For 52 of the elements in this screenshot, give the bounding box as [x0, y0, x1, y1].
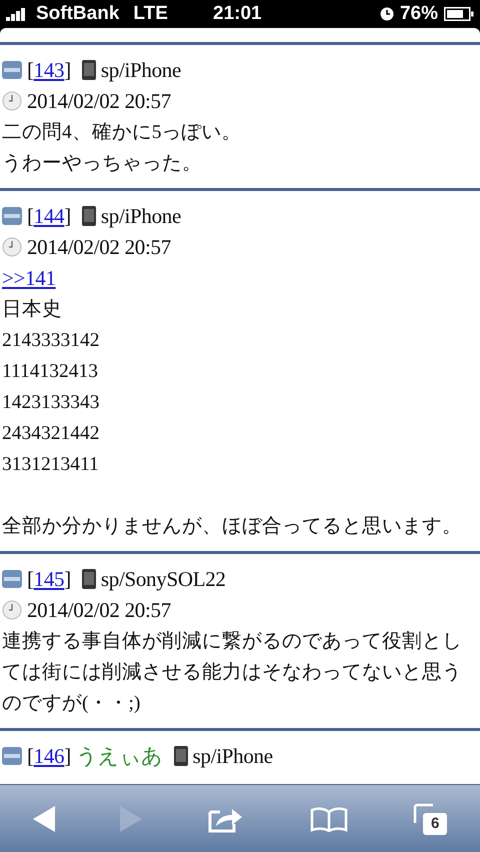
- book-icon: [310, 806, 348, 832]
- left-triangle-icon: [32, 806, 55, 832]
- open-bracket: [: [26, 744, 34, 768]
- post-text: 2434321442: [2, 422, 100, 446]
- phone-icon: [82, 206, 96, 226]
- post-text: 2143333142: [2, 329, 100, 353]
- post-number-link[interactable]: 144: [34, 204, 64, 228]
- post-text: 全部か分かりませんが、ほぼ合ってると思います。: [2, 514, 463, 539]
- post-number-link[interactable]: 145: [34, 567, 64, 591]
- new-icon: [2, 60, 22, 80]
- post-date: 2014/02/02 20:57: [26, 89, 171, 113]
- post-date: 2014/02/02 20:57: [26, 598, 171, 622]
- device-label: sp/iPhone: [100, 58, 182, 82]
- phone-icon: [174, 746, 188, 766]
- battery-percent: 76%: [400, 3, 438, 25]
- open-bracket: [: [26, 567, 34, 591]
- new-icon: [2, 206, 22, 226]
- post-text: 連携する事自体が削減に繋がるのであって役割としては街には削減させる能力はそなわってないと思うのですが(・・;): [2, 630, 463, 716]
- post-number-link[interactable]: 143: [34, 58, 64, 82]
- reply-link[interactable]: >>141: [2, 266, 56, 290]
- open-bracket: [: [26, 204, 34, 228]
- post-date: 2014/02/02 20:57: [26, 235, 171, 259]
- post-text: 1114132413: [2, 360, 100, 384]
- clock-icon: [2, 91, 22, 111]
- new-icon: [2, 746, 22, 766]
- post-text: うわーやっちゃった。: [2, 152, 203, 176]
- clock-icon: [2, 237, 22, 257]
- open-bracket: [: [26, 58, 34, 82]
- post-number-link[interactable]: 146: [34, 744, 64, 768]
- close-bracket: ]: [64, 58, 71, 82]
- alarm-icon: [380, 7, 394, 21]
- carrier-name: SoftBank: [36, 3, 120, 25]
- post-text: 1423133343: [2, 391, 100, 415]
- network-type: LTE: [133, 3, 168, 25]
- device-label: sp/iPhone: [100, 204, 182, 228]
- post-text: 3131213411: [2, 453, 100, 477]
- close-bracket: ]: [64, 744, 71, 768]
- post-text: 日本史: [2, 298, 63, 322]
- close-bracket: ]: [64, 567, 71, 591]
- right-triangle-icon: [120, 806, 142, 832]
- new-icon: [2, 569, 22, 589]
- battery-icon: [444, 7, 474, 21]
- close-bracket: ]: [64, 204, 71, 228]
- phone-icon: [82, 569, 96, 589]
- device-label: sp/SonySOL22: [100, 567, 226, 591]
- clock-icon: [2, 600, 22, 620]
- poster-name: うえぃあ: [76, 744, 163, 768]
- phone-icon: [82, 60, 96, 80]
- clock-time: 21:01: [213, 3, 262, 25]
- post-text: 二の問4、確かに5っぽい。: [2, 121, 242, 145]
- device-label: sp/iPhone: [192, 744, 273, 768]
- tabs-button[interactable]: 6: [405, 796, 456, 840]
